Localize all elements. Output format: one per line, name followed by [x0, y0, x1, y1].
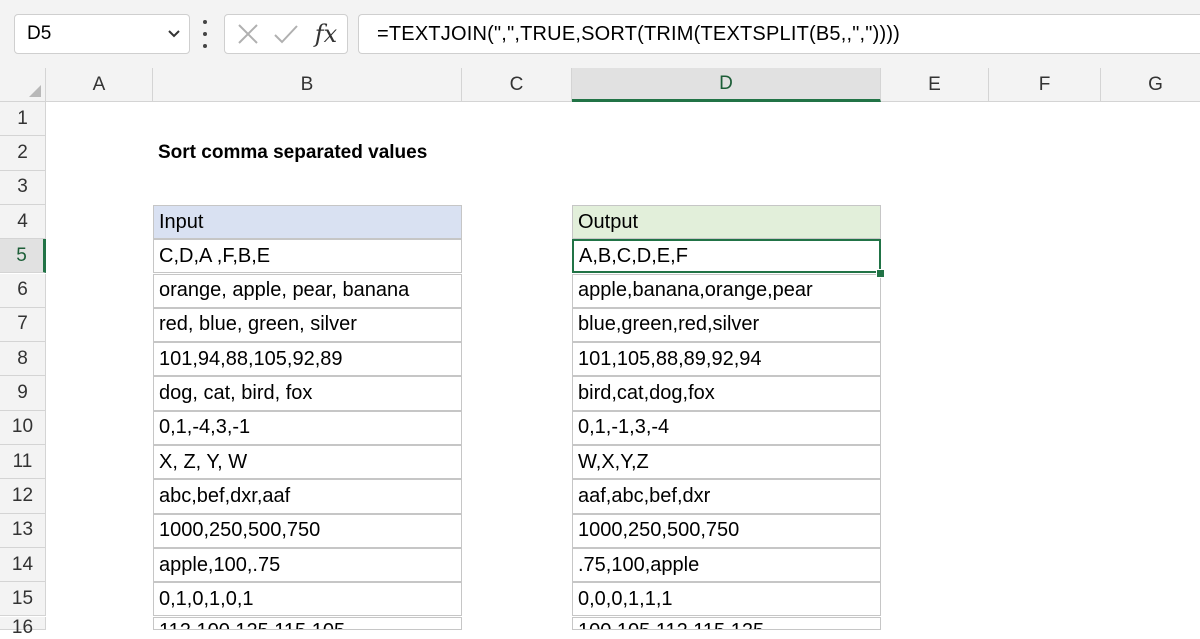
row-header-5[interactable]: 5	[0, 239, 46, 274]
input-cell[interactable]: 1000,250,500,750	[153, 513, 462, 548]
output-cell[interactable]: .75,100,apple	[572, 547, 881, 583]
input-cell[interactable]: orange, apple, pear, banana	[153, 273, 462, 308]
column-header-c[interactable]: C	[462, 68, 572, 102]
output-cell[interactable]: bird,cat,dog,fox	[572, 376, 881, 411]
output-cell[interactable]: 0,1,-1,3,-4	[572, 410, 881, 445]
input-cell[interactable]: X, Z, Y, W	[153, 445, 462, 480]
row-header-4[interactable]: 4	[0, 204, 46, 240]
insert-function-icon[interactable]: fx	[309, 15, 343, 53]
output-cell[interactable]: W,X,Y,Z	[572, 445, 881, 480]
column-header-b[interactable]: B	[153, 68, 462, 102]
output-cell[interactable]: aaf,abc,bef,dxr	[572, 479, 881, 514]
input-cell[interactable]: 112,100,125,115,105	[153, 616, 462, 630]
column-header-g[interactable]: G	[1101, 68, 1200, 102]
row-header-10[interactable]: 10	[0, 410, 46, 445]
row-header-7[interactable]: 7	[0, 307, 46, 343]
row-header-11[interactable]: 11	[0, 445, 46, 480]
row-header-8[interactable]: 8	[0, 342, 46, 377]
column-header-e[interactable]: E	[881, 68, 989, 102]
row-header-12[interactable]: 12	[0, 479, 46, 514]
enter-check-icon[interactable]	[269, 15, 303, 53]
row-header-15[interactable]: 15	[0, 582, 46, 617]
formula-text: =TEXTJOIN(",",TRUE,SORT(TRIM(TEXTSPLIT(B…	[377, 22, 901, 45]
output-cell[interactable]: 100,105,112,115,125	[572, 616, 881, 630]
input-cell[interactable]: red, blue, green, silver	[153, 307, 462, 343]
active-cell-d5[interactable]: A,B,C,D,E,F	[572, 239, 881, 274]
row-header-2[interactable]: 2	[0, 136, 46, 171]
row-header-13[interactable]: 13	[0, 513, 46, 548]
input-cell[interactable]: 101,94,88,105,92,89	[153, 342, 462, 377]
input-cell[interactable]: apple,100,.75	[153, 547, 462, 583]
row-header-6[interactable]: 6	[0, 273, 46, 308]
formula-bar: D5 fx =TEXTJOIN(",",TRUE,SORT(TRIM(TEXTS…	[0, 0, 1200, 68]
name-box-value: D5	[27, 23, 52, 44]
select-all-button[interactable]	[0, 68, 46, 102]
more-options-icon[interactable]	[198, 20, 212, 48]
input-cell[interactable]: C,D,A ,F,B,E	[153, 239, 462, 274]
name-box[interactable]: D5	[14, 14, 190, 54]
row-header-1[interactable]: 1	[0, 102, 46, 137]
input-cell[interactable]: dog, cat, bird, fox	[153, 376, 462, 411]
output-cell[interactable]: 1000,250,500,750	[572, 513, 881, 548]
column-header-f[interactable]: F	[989, 68, 1101, 102]
row-header-9[interactable]: 9	[0, 376, 46, 411]
input-cell[interactable]: 0,1,-4,3,-1	[153, 410, 462, 445]
column-header-d[interactable]: D	[572, 68, 881, 102]
cancel-icon[interactable]	[231, 15, 265, 53]
sheet-title[interactable]: Sort comma separated values	[153, 136, 553, 170]
fill-handle[interactable]	[876, 268, 885, 278]
column-header-a[interactable]: A	[46, 68, 153, 102]
row-header-14[interactable]: 14	[0, 547, 46, 583]
formula-buttons: fx	[224, 14, 348, 54]
chevron-down-icon[interactable]	[159, 29, 189, 39]
output-cell[interactable]: apple,banana,orange,pear	[572, 273, 881, 308]
row-header-3[interactable]: 3	[0, 170, 46, 205]
formula-input[interactable]: =TEXTJOIN(",",TRUE,SORT(TRIM(TEXTSPLIT(B…	[358, 14, 1200, 54]
output-cell[interactable]: 0,0,0,1,1,1	[572, 582, 881, 617]
row-header-16[interactable]: 16	[0, 616, 46, 638]
worksheet-grid: A B C D E F G 1 2 3 4 5 6 7 8 9 10 11 12…	[0, 68, 1200, 638]
input-header-cell[interactable]: Input	[153, 204, 462, 240]
output-cell[interactable]: 101,105,88,89,92,94	[572, 342, 881, 377]
input-cell[interactable]: 0,1,0,1,0,1	[153, 582, 462, 617]
output-cell[interactable]: blue,green,red,silver	[572, 307, 881, 343]
input-cell[interactable]: abc,bef,dxr,aaf	[153, 479, 462, 514]
output-header-cell[interactable]: Output	[572, 204, 881, 240]
